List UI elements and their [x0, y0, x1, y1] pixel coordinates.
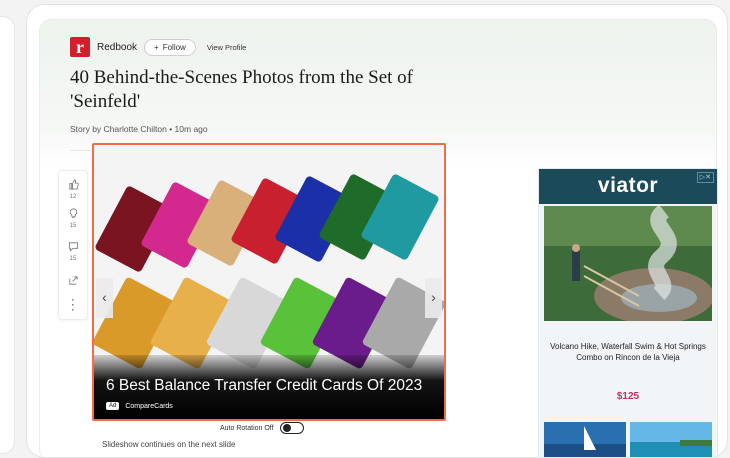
- left-panel-edge: [0, 16, 15, 454]
- lightbulb-action[interactable]: 15: [59, 208, 87, 230]
- more-icon: · · ·: [71, 295, 75, 316]
- more-action[interactable]: · · ·: [59, 295, 87, 316]
- viator-header: viator ▷✕: [539, 169, 717, 204]
- byline: Story by Charlotte Chilton • 10m ago: [70, 124, 208, 134]
- comment-count: 15: [69, 256, 77, 262]
- publisher-logo[interactable]: r: [70, 37, 90, 57]
- slideshow-continues-text: Slideshow continues on the next slide: [102, 440, 236, 449]
- tour-name[interactable]: Volcano Hike, Waterfall Swim & Hot Sprin…: [545, 341, 711, 363]
- tour-price: $125: [616, 391, 640, 402]
- like-count: 12: [69, 194, 77, 200]
- action-rail: 12 15 15 · · ·: [58, 170, 88, 320]
- lightbulb-icon: [59, 208, 87, 222]
- ad-badge: Ad: [106, 402, 120, 410]
- slideshow[interactable]: ‹ › 6 Best Balance Transfer Credit Cards…: [92, 143, 446, 421]
- share-icon: [59, 275, 87, 289]
- comment-icon: [59, 241, 87, 255]
- view-profile-link[interactable]: View Profile: [207, 43, 246, 52]
- chevron-right-icon: ›: [431, 289, 436, 305]
- comment-action[interactable]: 15: [59, 241, 87, 263]
- volcano-hike-photo[interactable]: [544, 206, 712, 321]
- sailboat-thumbnail[interactable]: [544, 422, 626, 457]
- article-title: 40 Behind-the-Scenes Photos from the Set…: [70, 67, 414, 112]
- viator-logo[interactable]: viator: [539, 174, 717, 198]
- plus-icon: +: [154, 42, 159, 52]
- publisher-row: r Redbook + Follow View Profile: [70, 37, 246, 57]
- ad-source[interactable]: CompareCards: [125, 403, 172, 410]
- thumbs-up-icon: [59, 179, 87, 193]
- share-action[interactable]: [59, 275, 87, 289]
- ad-choices-icon[interactable]: ▷✕: [696, 172, 714, 183]
- next-slide-button[interactable]: ›: [425, 278, 442, 318]
- lightbulb-count: 15: [69, 223, 77, 229]
- auto-rotation-label: Auto Rotation Off: [220, 424, 274, 432]
- beach-thumbnail[interactable]: [630, 422, 712, 457]
- auto-rotation-toggle[interactable]: [279, 422, 304, 434]
- follow-label: Follow: [162, 42, 186, 52]
- ad-attribution: Ad CompareCards: [106, 402, 173, 410]
- previous-slide-button[interactable]: ‹: [96, 278, 113, 318]
- like-action[interactable]: 12: [59, 179, 87, 201]
- publisher-name[interactable]: Redbook: [97, 42, 137, 53]
- slide-title[interactable]: 6 Best Balance Transfer Credit Cards Of …: [106, 377, 422, 395]
- auto-rotation-control: Auto Rotation Off: [220, 422, 304, 434]
- side-advertisement[interactable]: viator ▷✕ Volcano Hike, Waterfall Swim &…: [538, 168, 718, 458]
- follow-button[interactable]: + Follow: [144, 38, 196, 56]
- chevron-left-icon: ‹: [102, 289, 107, 305]
